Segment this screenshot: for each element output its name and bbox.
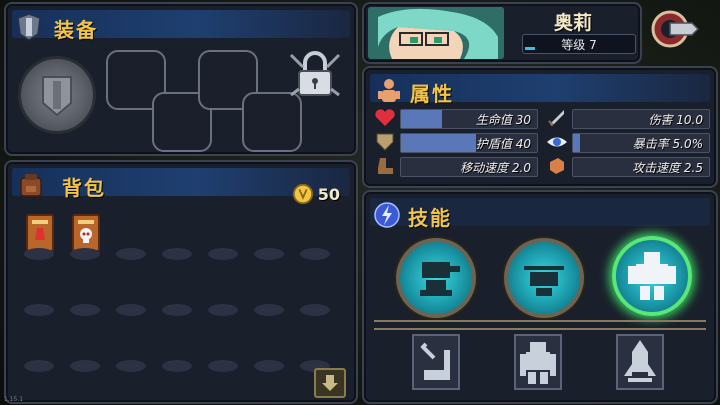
stat-label: 暴击率 5.0% [632, 137, 703, 151]
version-label: 1.15.1 [4, 396, 24, 403]
skills-divider [374, 320, 706, 330]
stat-bar: 攻击速度 2.5 [572, 157, 710, 177]
backpack-panel: 背包 50 [4, 160, 358, 404]
sword-icon [548, 110, 564, 126]
skill-mech[interactable] [612, 236, 692, 316]
stat-label: 攻击速度 2.5 [632, 161, 703, 175]
inventory-cell[interactable] [254, 248, 284, 260]
skull-icon [78, 220, 94, 243]
equipment-panel: 装备 [4, 2, 358, 156]
shield-icon [376, 133, 394, 151]
potion-icon [32, 220, 48, 240]
inventory-cell[interactable] [162, 304, 192, 316]
mech-robot-icon [628, 252, 676, 300]
exit-icon[interactable] [650, 8, 700, 50]
stat-hp: 生命值 30 [372, 108, 538, 129]
drop-button[interactable] [314, 368, 346, 398]
skill-drone[interactable] [504, 238, 584, 318]
character-portrait [368, 7, 504, 59]
lightning-orb-icon [374, 202, 400, 228]
sub-skill-wrench[interactable] [412, 334, 460, 390]
skull-card-item[interactable] [72, 214, 100, 252]
character-name: 奥莉 [553, 12, 592, 34]
backpack-header: 背包 50 [12, 168, 350, 205]
stat-bar: 生命值 30 [400, 109, 538, 129]
attributes-header: 属性 [370, 74, 710, 106]
coin-counter: 50 [292, 182, 340, 206]
body-icon [378, 79, 400, 102]
stat-shield: 护盾值 40 [372, 132, 538, 153]
skills-header: 技能 [370, 198, 710, 230]
inventory-cell[interactable] [208, 360, 238, 372]
coin-count: 50 [317, 184, 340, 204]
inventory-cell[interactable] [116, 304, 146, 316]
inventory-cell[interactable] [300, 304, 330, 316]
stat-label: 移动速度 2.0 [460, 161, 531, 175]
arrow-down-icon [322, 375, 338, 391]
inventory-cell[interactable] [70, 360, 100, 372]
level-bar: 等级 7 [522, 34, 636, 54]
stat-bar: 伤害 10.0 [572, 109, 710, 129]
stat-label: 生命值 30 [475, 113, 531, 127]
stat-label: 护盾值 40 [475, 137, 531, 151]
inventory-cell[interactable] [24, 248, 54, 260]
stat-move-speed: 移动速度 2.0 [372, 156, 538, 177]
inventory-cell[interactable] [162, 360, 192, 372]
fist-icon [550, 158, 564, 174]
gorilla-mech-icon [520, 342, 556, 384]
sub-skill-rocket[interactable] [616, 334, 664, 390]
skill-turret[interactable] [396, 238, 476, 318]
inventory-cell[interactable] [24, 360, 54, 372]
inventory-cell[interactable] [254, 360, 284, 372]
equipment-header: 装备 [12, 10, 350, 42]
inventory-cell[interactable] [208, 248, 238, 260]
wrench-icon [420, 342, 450, 380]
character-panel: 奥莉 等级 7 [362, 2, 642, 64]
drone-icon [524, 266, 564, 296]
inventory-cell[interactable] [300, 248, 330, 260]
stat-bar: 暴击率 5.0% [572, 133, 710, 153]
boot-icon [378, 158, 393, 174]
equipment-title: 装备 [54, 18, 98, 42]
skills-title: 技能 [408, 206, 452, 230]
portrait-image [368, 7, 504, 59]
armor-icon [17, 13, 41, 41]
stat-crit: 暴击率 5.0% [544, 132, 710, 153]
inventory-cell[interactable] [116, 248, 146, 260]
attributes-panel: 属性 生命值 30 伤害 10.0 护盾值 40 暴击率 5.0% 移动速度 2… [362, 66, 718, 188]
equipment-slot-4[interactable] [242, 92, 302, 152]
attributes-title: 属性 [410, 82, 454, 106]
coin-icon [292, 183, 313, 205]
stat-damage: 伤害 10.0 [544, 108, 710, 129]
stat-bar: 移动速度 2.0 [400, 157, 538, 177]
shield-slot-icon [42, 76, 72, 117]
lock-icon[interactable] [289, 49, 341, 101]
backpack-icon [20, 174, 42, 197]
backpack-title: 背包 [62, 176, 106, 200]
weapon-slot[interactable] [18, 56, 96, 134]
skills-panel: 技能 [362, 190, 718, 404]
inventory-cell[interactable] [70, 248, 100, 260]
stat-label: 伤害 10.0 [648, 113, 703, 127]
turret-icon [420, 262, 460, 296]
potion-card-item[interactable] [26, 214, 54, 252]
sub-skill-gorilla[interactable] [514, 334, 562, 390]
inventory-cell[interactable] [254, 304, 284, 316]
stat-fill [401, 134, 476, 152]
stat-attack-speed: 攻击速度 2.5 [544, 156, 710, 177]
inventory-cell[interactable] [70, 304, 100, 316]
stat-fill [573, 134, 580, 152]
inventory-cell[interactable] [24, 304, 54, 316]
stat-bar: 护盾值 40 [400, 133, 538, 153]
eye-icon [547, 137, 567, 147]
heart-icon [375, 109, 395, 126]
level-label: 等级 7 [561, 38, 597, 52]
inventory-cell[interactable] [116, 360, 146, 372]
inventory-cell[interactable] [162, 248, 192, 260]
inventory-cell[interactable] [208, 304, 238, 316]
rocket-icon [624, 340, 656, 382]
stat-fill [401, 110, 442, 128]
